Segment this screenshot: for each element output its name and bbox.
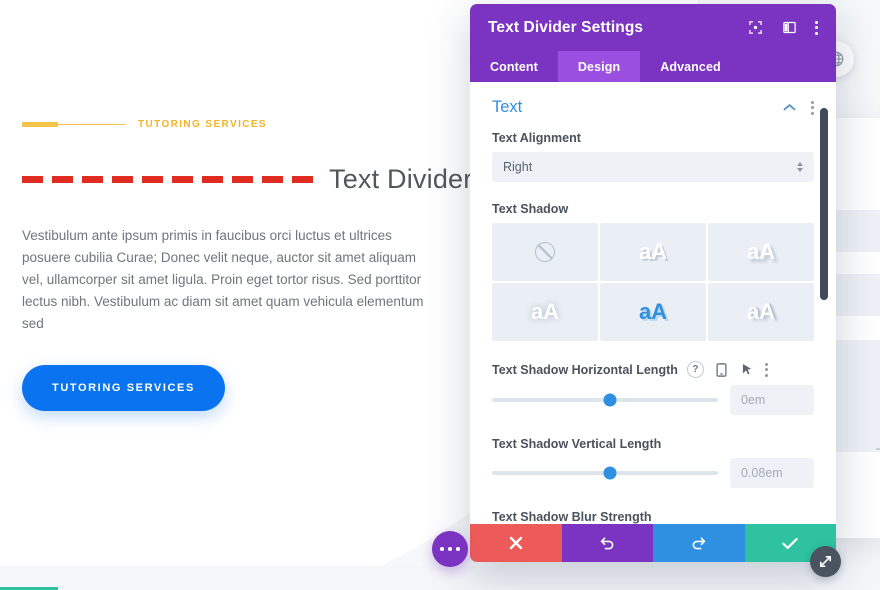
- ellipsis-icon[interactable]: [432, 531, 468, 567]
- text-alignment-value: Right: [503, 160, 533, 174]
- modal-title: Text Divider Settings: [488, 18, 644, 36]
- tab-content[interactable]: Content: [470, 51, 558, 82]
- modal-body: Text Text Alignment Right Text Shadow aA…: [470, 82, 836, 524]
- eyebrow-line-icon: [58, 123, 126, 125]
- vertical-length-label: Text Shadow Vertical Length: [492, 437, 662, 451]
- modal-header: Text Divider Settings: [470, 4, 836, 51]
- text-alignment-label: Text Alignment: [492, 131, 581, 145]
- chevron-up-icon[interactable]: [783, 99, 796, 117]
- help-icon[interactable]: ?: [686, 361, 704, 378]
- undo-button[interactable]: [561, 524, 653, 562]
- redo-button[interactable]: [653, 524, 745, 562]
- resize-diagonal-icon[interactable]: [810, 546, 841, 577]
- text-shadow-preset-glow-blur[interactable]: aA: [492, 283, 598, 341]
- preset-glyph: aA: [638, 239, 668, 264]
- text-shadow-preset-drop-hard[interactable]: aA: [600, 223, 706, 281]
- kebab-menu-icon[interactable]: [764, 362, 768, 377]
- vertical-length-value[interactable]: 0.08em: [730, 458, 814, 488]
- text-shadow-preset-drop-soft[interactable]: aA: [708, 223, 814, 281]
- mobile-responsive-icon[interactable]: [713, 361, 730, 378]
- blur-strength-label: Text Shadow Blur Strength: [492, 510, 652, 524]
- text-section-header[interactable]: Text: [492, 98, 814, 117]
- panel-layout-icon[interactable]: [781, 20, 797, 36]
- tab-design[interactable]: Design: [557, 51, 641, 82]
- horizontal-length-label: Text Shadow Horizontal Length: [492, 362, 678, 377]
- tab-advanced[interactable]: Advanced: [640, 51, 741, 82]
- modal-tabs: Content Design Advanced: [470, 51, 836, 82]
- horizontal-length-value[interactable]: 0em: [730, 385, 814, 415]
- vertical-length-slider[interactable]: [492, 466, 718, 480]
- horizontal-length-slider[interactable]: [492, 393, 718, 407]
- divider-dashes-icon: [22, 176, 313, 183]
- horizontal-length-slider-row: 0em: [492, 385, 814, 415]
- text-shadow-preset-grid: aA aA aA aA aA: [492, 223, 814, 341]
- text-divider-settings-modal: Text Divider Settings Content Design Adv…: [470, 4, 836, 562]
- text-alignment-select[interactable]: Right: [492, 152, 814, 182]
- kebab-menu-icon[interactable]: [811, 100, 814, 115]
- text-shadow-preset-double-offset[interactable]: aA: [708, 283, 814, 341]
- focus-target-icon[interactable]: [747, 20, 763, 36]
- text-shadow-label: Text Shadow: [492, 202, 569, 216]
- horizontal-length-label-row: Text Shadow Horizontal Length ?: [492, 361, 814, 378]
- kebab-menu-icon[interactable]: [815, 20, 818, 35]
- tutoring-services-cta-button[interactable]: TUTORING SERVICES: [22, 365, 225, 411]
- settings-panel-scrollbar[interactable]: [820, 108, 828, 300]
- preset-glyph: aA: [746, 239, 776, 264]
- slider-knob[interactable]: [603, 466, 617, 480]
- vertical-length-slider-row: 0.08em: [492, 458, 814, 488]
- preset-glyph: aA: [530, 299, 560, 324]
- section-title: Text: [492, 98, 523, 116]
- no-shadow-icon: [535, 242, 555, 262]
- eyebrow-label: TUTORING SERVICES: [138, 118, 268, 130]
- builder-screen: TUTORING SERVICES Text Divider Vestibulu…: [0, 0, 880, 590]
- modal-footer: [470, 524, 836, 562]
- cancel-button[interactable]: [470, 524, 562, 562]
- body-paragraph: Vestibulum ante ipsum primis in faucibus…: [22, 228, 424, 331]
- chevron-updown-icon: [797, 162, 803, 172]
- eyebrow-dash-icon: [22, 121, 58, 127]
- slider-knob[interactable]: [603, 393, 617, 407]
- background-panel-resize-grip[interactable]: [876, 442, 880, 450]
- bottom-strip: [0, 566, 880, 590]
- text-shadow-preset-colored-offset[interactable]: aA: [600, 283, 706, 341]
- preset-glyph: aA: [638, 299, 668, 324]
- hover-cursor-icon[interactable]: [739, 361, 756, 378]
- divider-title: Text Divider: [329, 164, 473, 194]
- text-shadow-preset-none[interactable]: [492, 223, 598, 281]
- preset-glyph: aA: [746, 299, 776, 324]
